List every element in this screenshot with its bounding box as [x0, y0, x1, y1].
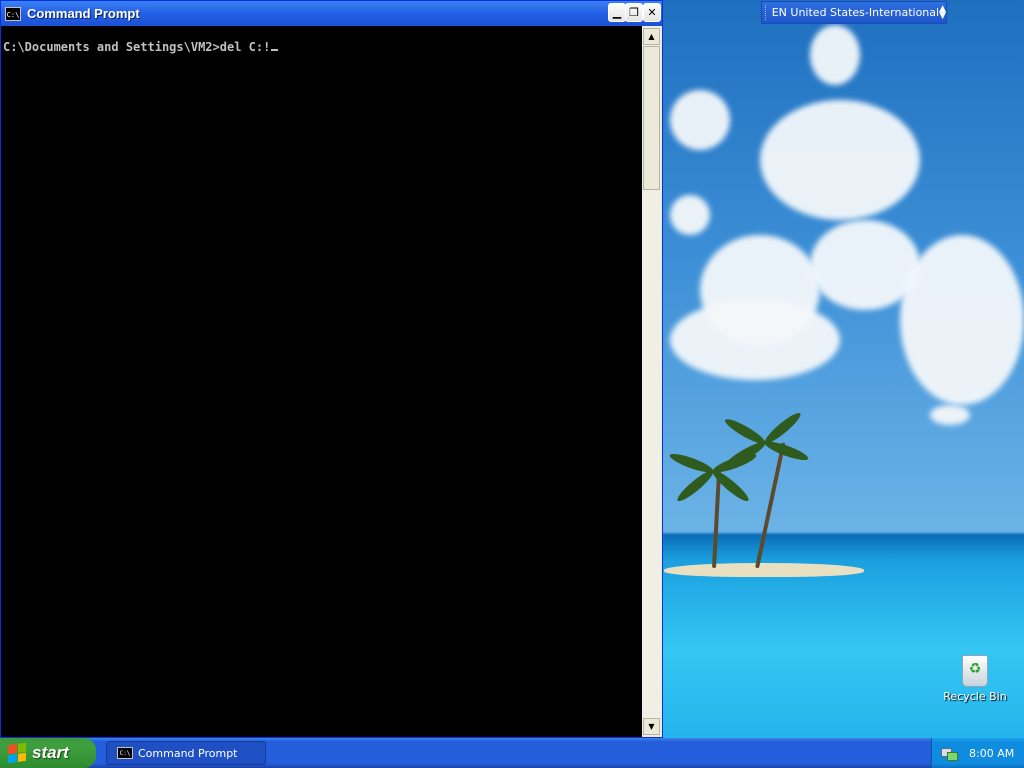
taskbar-item-label: Command Prompt — [138, 746, 238, 760]
cloud — [670, 90, 730, 150]
arrow-down-icon: ▼ — [648, 722, 655, 731]
close-button[interactable]: ✕ — [643, 3, 661, 22]
cmd-icon: C:\ — [117, 747, 133, 759]
restore-button[interactable]: ❐ — [625, 3, 643, 22]
taskbar-item-command-prompt[interactable]: C:\ Command Prompt — [106, 741, 266, 765]
cloud — [670, 195, 710, 235]
cmd-icon: C:\ — [5, 6, 21, 21]
console-line: C:\Documents and Settings\VM2>del C:! — [3, 40, 279, 54]
close-icon: ✕ — [647, 6, 657, 19]
desktop-icon-label: Recycle Bin — [943, 690, 1007, 703]
scroll-up-button[interactable]: ▲ — [643, 28, 660, 45]
island-sand — [664, 563, 864, 577]
minimize-button[interactable]: ▁ — [608, 3, 626, 22]
console-line-text: C:\Documents and Settings\VM2>del C:! — [3, 40, 271, 54]
clock[interactable]: 8:00 AM — [969, 747, 1014, 760]
cloud — [900, 235, 1024, 405]
palm-frond — [722, 438, 768, 471]
network-icon[interactable] — [941, 746, 958, 761]
windows-logo-icon — [8, 742, 26, 764]
console-output[interactable]: C:\Documents and Settings\VM2>del C:! — [1, 26, 642, 737]
cloud — [760, 100, 920, 220]
scroll-down-button[interactable]: ▼ — [643, 718, 660, 735]
window-title: Command Prompt — [27, 6, 140, 21]
command-prompt-window: C:\ Command Prompt ▁ ❐ ✕ C:\Documents an… — [0, 0, 663, 738]
language-bar-options-icon[interactable]: ▲ ▼ — [939, 4, 946, 20]
palm-frond — [763, 438, 810, 464]
minimize-icon: ▁ — [612, 6, 622, 19]
cloud — [670, 300, 840, 380]
taskbar: start C:\ Command Prompt 8:00 AM — [0, 738, 1024, 768]
palm-trunk — [755, 442, 786, 569]
start-label: start — [32, 743, 69, 762]
desktop-icon-recycle-bin[interactable]: Recycle Bin — [940, 655, 1010, 703]
cloud — [810, 25, 860, 85]
language-bar-grip[interactable] — [765, 5, 767, 20]
scrollbar-thumb[interactable] — [643, 46, 660, 190]
restore-icon: ❐ — [629, 6, 639, 19]
arrow-up-icon: ▲ — [648, 32, 655, 41]
text-cursor — [271, 49, 279, 51]
recycle-bin-icon — [962, 655, 988, 687]
language-bar[interactable]: EN United States-International ▲ ▼ — [761, 1, 947, 24]
window-titlebar[interactable]: C:\ Command Prompt ▁ ❐ ✕ — [1, 1, 662, 26]
cloud — [930, 405, 970, 425]
palm-frond — [674, 467, 717, 505]
language-bar-label[interactable]: EN United States-International — [772, 6, 939, 19]
start-button[interactable]: start — [0, 738, 96, 768]
system-tray: 8:00 AM — [931, 738, 1024, 768]
vertical-scrollbar[interactable]: ▲ ▼ — [642, 26, 661, 737]
